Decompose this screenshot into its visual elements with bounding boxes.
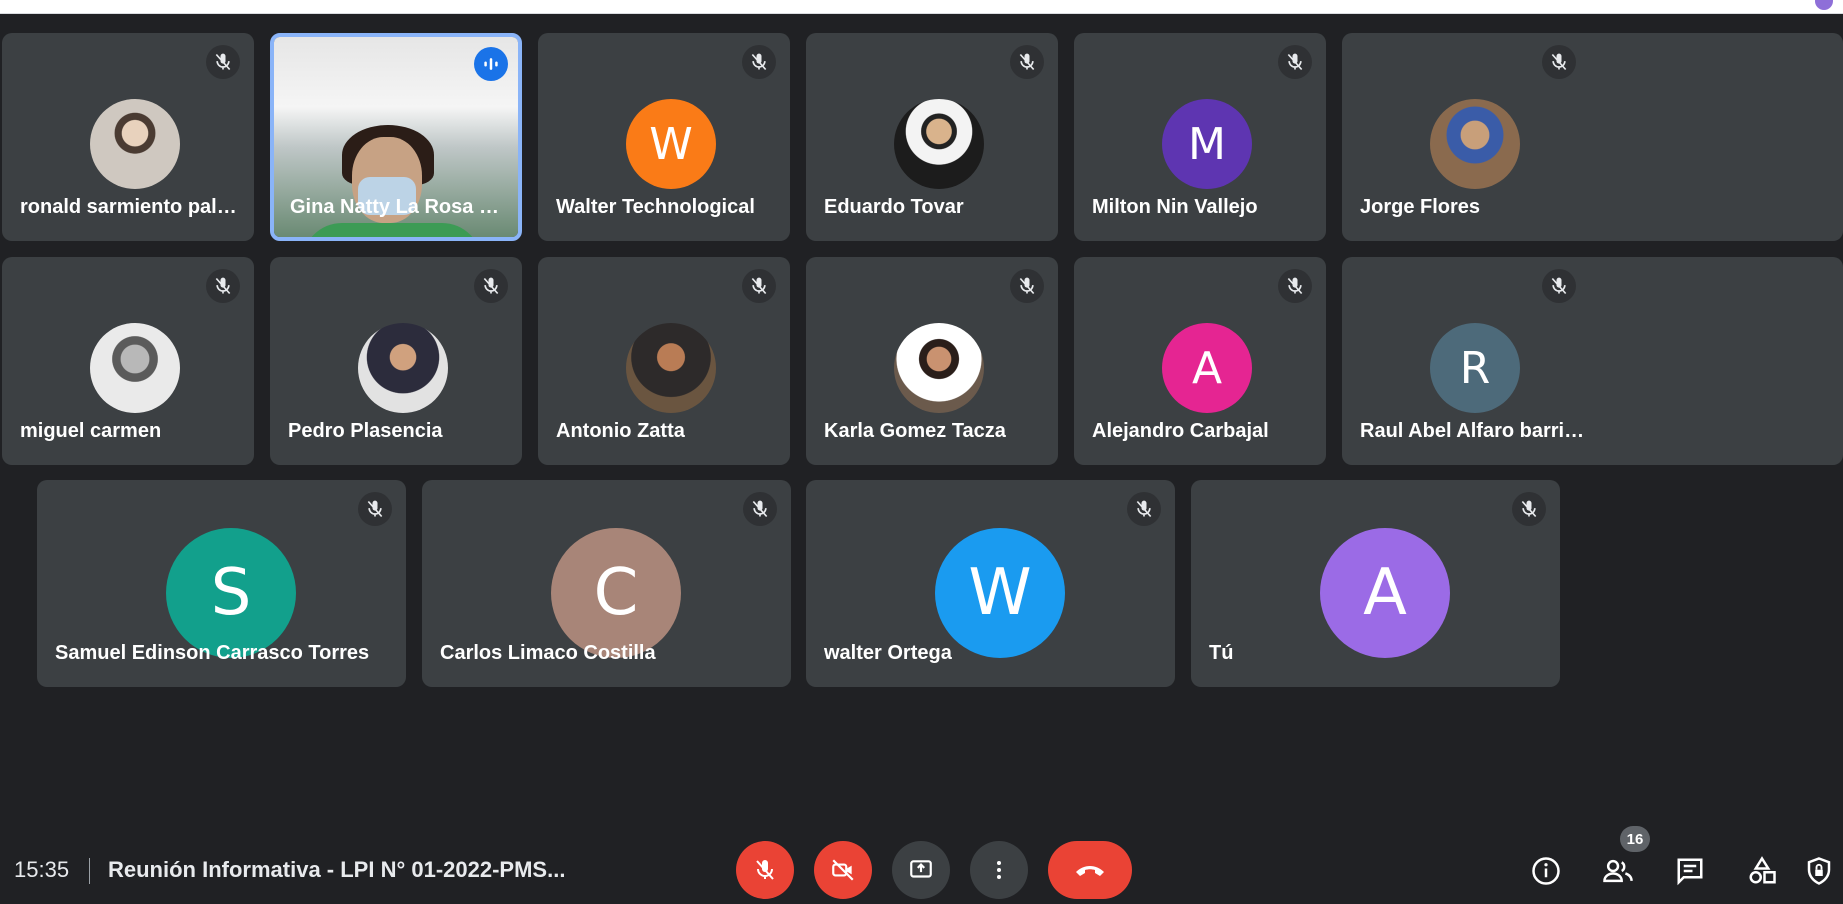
microphone-muted-icon bbox=[1542, 269, 1576, 303]
participant-name: ronald sarmiento palomi... bbox=[20, 196, 245, 218]
microphone-muted-icon bbox=[206, 269, 240, 303]
participant-count-badge: 16 bbox=[1620, 826, 1650, 852]
participant-initial-avatar: M bbox=[1162, 99, 1252, 189]
participants-button[interactable] bbox=[1596, 849, 1640, 893]
participant-tile[interactable]: W walter Ortega bbox=[806, 480, 1175, 687]
participant-initial-avatar: C bbox=[551, 528, 681, 658]
participant-name: Gina Natty La Rosa Ma... bbox=[290, 196, 510, 218]
microphone-muted-icon bbox=[1010, 45, 1044, 79]
microphone-muted-icon bbox=[742, 269, 776, 303]
more-options-icon bbox=[997, 861, 1001, 879]
info-icon bbox=[1532, 857, 1560, 885]
host-controls-icon bbox=[1807, 857, 1831, 885]
microphone-off-icon bbox=[756, 860, 774, 880]
camera-off-icon bbox=[832, 859, 854, 881]
participant-name: Milton Nin Vallejo bbox=[1092, 196, 1258, 218]
participant-name: Tú bbox=[1209, 642, 1234, 664]
microphone-muted-icon bbox=[1127, 492, 1161, 526]
microphone-muted-icon bbox=[743, 492, 777, 526]
more-options-button[interactable] bbox=[970, 841, 1028, 899]
participant-name: Raul Abel Alfaro barrient... bbox=[1360, 420, 1585, 442]
chat-button[interactable] bbox=[1668, 849, 1712, 893]
participant-tile[interactable]: Pedro Plasencia bbox=[270, 257, 522, 465]
participant-name: Carlos Limaco Costilla bbox=[440, 642, 656, 664]
participant-photo bbox=[90, 323, 180, 413]
participant-tile[interactable]: Antonio Zatta bbox=[538, 257, 790, 465]
microphone-muted-icon bbox=[1542, 45, 1576, 79]
people-icon bbox=[1603, 859, 1633, 883]
participant-photo bbox=[90, 99, 180, 189]
microphone-muted-icon bbox=[742, 45, 776, 79]
participant-photo bbox=[626, 323, 716, 413]
activities-icon bbox=[1749, 856, 1776, 884]
participant-initial-avatar: S bbox=[166, 528, 296, 658]
microphone-muted-icon bbox=[1512, 492, 1546, 526]
microphone-muted-icon bbox=[1278, 269, 1312, 303]
participant-initial-avatar: W bbox=[626, 99, 716, 189]
participant-name: Antonio Zatta bbox=[556, 420, 685, 442]
participant-name: miguel carmen bbox=[20, 420, 162, 442]
meeting-time: 15:35 bbox=[14, 857, 70, 882]
camera-toggle-button[interactable] bbox=[814, 841, 872, 899]
participant-tile[interactable]: W Walter Technological bbox=[538, 33, 790, 241]
participant-tile[interactable]: Jorge Flores bbox=[1342, 33, 1843, 241]
participant-name: Eduardo Tovar bbox=[824, 196, 964, 218]
participant-photo bbox=[894, 99, 984, 189]
participant-tile-self[interactable]: A Tú bbox=[1191, 480, 1560, 687]
participant-initial-avatar: A bbox=[1162, 323, 1252, 413]
activities-button[interactable] bbox=[1740, 849, 1784, 893]
participant-tile[interactable]: C Carlos Limaco Costilla bbox=[422, 480, 791, 687]
present-screen-icon bbox=[910, 860, 932, 878]
hang-up-icon bbox=[1076, 866, 1104, 876]
participant-photo bbox=[1430, 99, 1520, 189]
leave-call-button[interactable] bbox=[1048, 841, 1132, 899]
participant-tile[interactable]: R Raul Abel Alfaro barrient... bbox=[1342, 257, 1843, 465]
microphone-muted-icon bbox=[1278, 45, 1312, 79]
speaking-indicator-icon bbox=[474, 47, 508, 81]
participant-tile-speaking[interactable]: Gina Natty La Rosa Ma... bbox=[270, 33, 522, 241]
microphone-muted-icon bbox=[1010, 269, 1044, 303]
participant-name: Alejandro Carbajal bbox=[1092, 420, 1269, 442]
microphone-muted-icon bbox=[206, 45, 240, 79]
browser-top-strip bbox=[0, 0, 1843, 14]
participant-tile[interactable]: A Alejandro Carbajal bbox=[1074, 257, 1326, 465]
microphone-muted-icon bbox=[358, 492, 392, 526]
participant-photo bbox=[358, 323, 448, 413]
participant-name: walter Ortega bbox=[824, 642, 952, 664]
participant-tile[interactable]: Karla Gomez Tacza bbox=[806, 257, 1058, 465]
participant-tile[interactable]: S Samuel Edinson Carrasco Torres bbox=[37, 480, 406, 687]
present-screen-button[interactable] bbox=[892, 841, 950, 899]
participant-name: Pedro Plasencia bbox=[288, 420, 443, 442]
participant-photo bbox=[894, 323, 984, 413]
participant-initial-avatar: R bbox=[1430, 323, 1520, 413]
meeting-title: Reunión Informativa - LPI N° 01-2022-PMS… bbox=[108, 857, 566, 882]
participant-tile[interactable]: ronald sarmiento palomi... bbox=[2, 33, 254, 241]
participant-name: Karla Gomez Tacza bbox=[824, 420, 1006, 442]
chat-icon bbox=[1677, 858, 1703, 886]
participant-name: Samuel Edinson Carrasco Torres bbox=[55, 642, 370, 664]
meeting-details-button[interactable] bbox=[1524, 849, 1568, 893]
microphone-toggle-button[interactable] bbox=[736, 841, 794, 899]
meeting-controls-bar: 15:35 Reunión Informativa - LPI N° 01-20… bbox=[0, 838, 1843, 904]
microphone-muted-icon bbox=[474, 269, 508, 303]
divider bbox=[89, 858, 90, 884]
participant-tile[interactable]: miguel carmen bbox=[2, 257, 254, 465]
participant-tile[interactable]: M Milton Nin Vallejo bbox=[1074, 33, 1326, 241]
participant-tile[interactable]: Eduardo Tovar bbox=[806, 33, 1058, 241]
participant-name: Walter Technological bbox=[556, 196, 755, 218]
participant-name: Jorge Flores bbox=[1360, 196, 1481, 218]
host-controls-button[interactable] bbox=[1804, 849, 1843, 893]
profile-avatar-icon[interactable] bbox=[1815, 0, 1833, 10]
participant-initial-avatar: A bbox=[1320, 528, 1450, 658]
participant-initial-avatar: W bbox=[935, 528, 1065, 658]
